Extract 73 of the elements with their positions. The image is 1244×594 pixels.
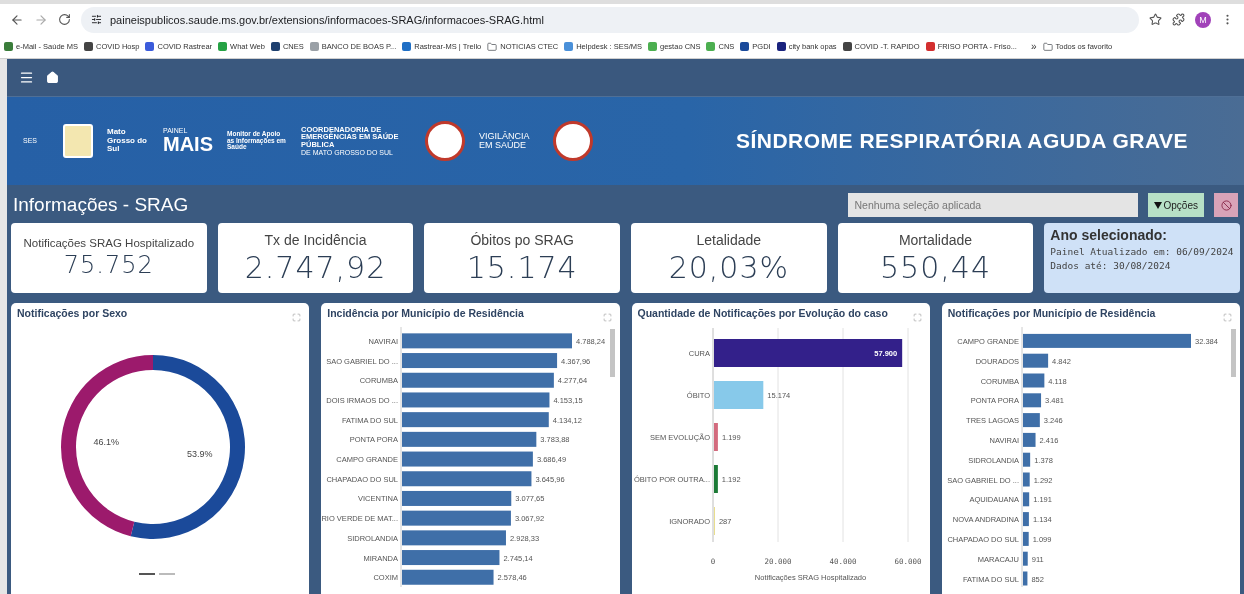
selection-field[interactable]: Nenhuma seleção aplicada (847, 193, 1138, 217)
kpi-value: 2.747,92 (244, 249, 387, 285)
extensions-icon[interactable] (1172, 13, 1185, 26)
page-title: Informações - SRAG (13, 194, 190, 216)
kpi-label: Notificações SRAG Hospitalizado (23, 237, 195, 249)
caret-icon (1153, 201, 1162, 209)
bar[interactable] (1022, 353, 1048, 368)
bar[interactable] (1022, 512, 1029, 527)
bar[interactable] (1022, 551, 1028, 566)
scrollbar[interactable] (1230, 329, 1236, 377)
address-bar[interactable]: paineispublicos.saude.ms.gov.br/extensions/informacoes-SRAG/informacoes-SRAG.html (81, 6, 1139, 33)
kpi-label: Mortalidade (898, 231, 973, 248)
kpi-label: Letalidade (696, 231, 762, 248)
kpi-value: 550,44 (880, 249, 991, 285)
bar[interactable] (402, 550, 500, 566)
bar[interactable] (1022, 472, 1030, 487)
bar[interactable] (402, 451, 534, 467)
reload-icon[interactable] (58, 13, 71, 26)
updated-text: Painel Atualizado em: 06/09/2024 (1050, 246, 1234, 257)
bar[interactable] (1022, 571, 1028, 586)
pager-indicator[interactable] (139, 573, 175, 575)
clear-icon (1220, 199, 1232, 211)
profile-avatar[interactable]: M (1195, 11, 1211, 28)
chart-title: Incidência por Município de Residência (327, 307, 524, 319)
bar[interactable] (1022, 373, 1045, 388)
percent-label: 53.9% (186, 448, 213, 459)
menu-icon[interactable] (19, 70, 34, 85)
bar[interactable] (402, 372, 555, 388)
bar[interactable] (402, 490, 512, 506)
bar[interactable] (1022, 452, 1030, 467)
more-bookmarks-button[interactable]: » (1030, 41, 1037, 52)
data-until-text: Dados até: 30/08/2024 (1050, 260, 1172, 271)
clear-selections-button[interactable] (1214, 193, 1238, 217)
bar[interactable] (1022, 492, 1029, 507)
bar[interactable] (402, 392, 550, 408)
bar[interactable] (1022, 333, 1191, 348)
folder-icon (487, 41, 498, 52)
bar[interactable] (402, 412, 550, 428)
chart-title: Quantidade de Notificações por Evolução do caso (637, 307, 888, 319)
kpi-label: Óbitos po SRAG (470, 231, 574, 248)
chart-title: Notificações por Município de Residência (947, 307, 1156, 319)
bar[interactable] (402, 471, 532, 487)
star-icon[interactable] (1149, 13, 1162, 26)
url-text: paineispublicos.saude.ms.gov.br/extensions/informacoes-SRAG/informacoes-SRAG.html (110, 13, 544, 26)
chart-title: Notificações por Sexo (17, 307, 128, 319)
folder-icon (1042, 41, 1053, 52)
logo-text: MAIS (163, 134, 213, 156)
options-button[interactable]: Opções (1147, 193, 1204, 217)
percent-label: 46.1% (93, 437, 120, 448)
kpi-value: 20,03% (668, 249, 789, 285)
back-icon[interactable] (10, 12, 24, 27)
logo-text: VIGILÂNCIA EM SAÚDE (479, 131, 531, 151)
bar[interactable] (402, 431, 537, 447)
kpi-label: Tx de Incidência (264, 231, 367, 248)
bar[interactable] (713, 423, 718, 451)
home-icon[interactable] (46, 71, 59, 84)
bar[interactable] (1022, 531, 1029, 546)
donut-segment[interactable] (61, 355, 153, 537)
logo-text: Mato Grosso do Sul (107, 128, 148, 154)
scrollbar[interactable] (610, 329, 616, 377)
donut-segment[interactable] (130, 355, 245, 539)
kpi-value: 75.752 (63, 251, 154, 279)
kpi-value: 15.174 (466, 249, 578, 285)
bar[interactable] (402, 353, 558, 369)
year-title: Ano selecionado: (1050, 227, 1168, 243)
banner-title: SÍNDROME RESPIRATÓRIA AGUDA GRAVE (735, 129, 1188, 153)
bar[interactable] (402, 569, 494, 585)
bar[interactable] (713, 465, 718, 493)
bar[interactable] (402, 530, 507, 546)
forward-icon[interactable] (34, 12, 48, 27)
bar[interactable] (402, 333, 573, 349)
site-settings-icon[interactable] (91, 14, 102, 25)
bar[interactable] (402, 510, 512, 526)
